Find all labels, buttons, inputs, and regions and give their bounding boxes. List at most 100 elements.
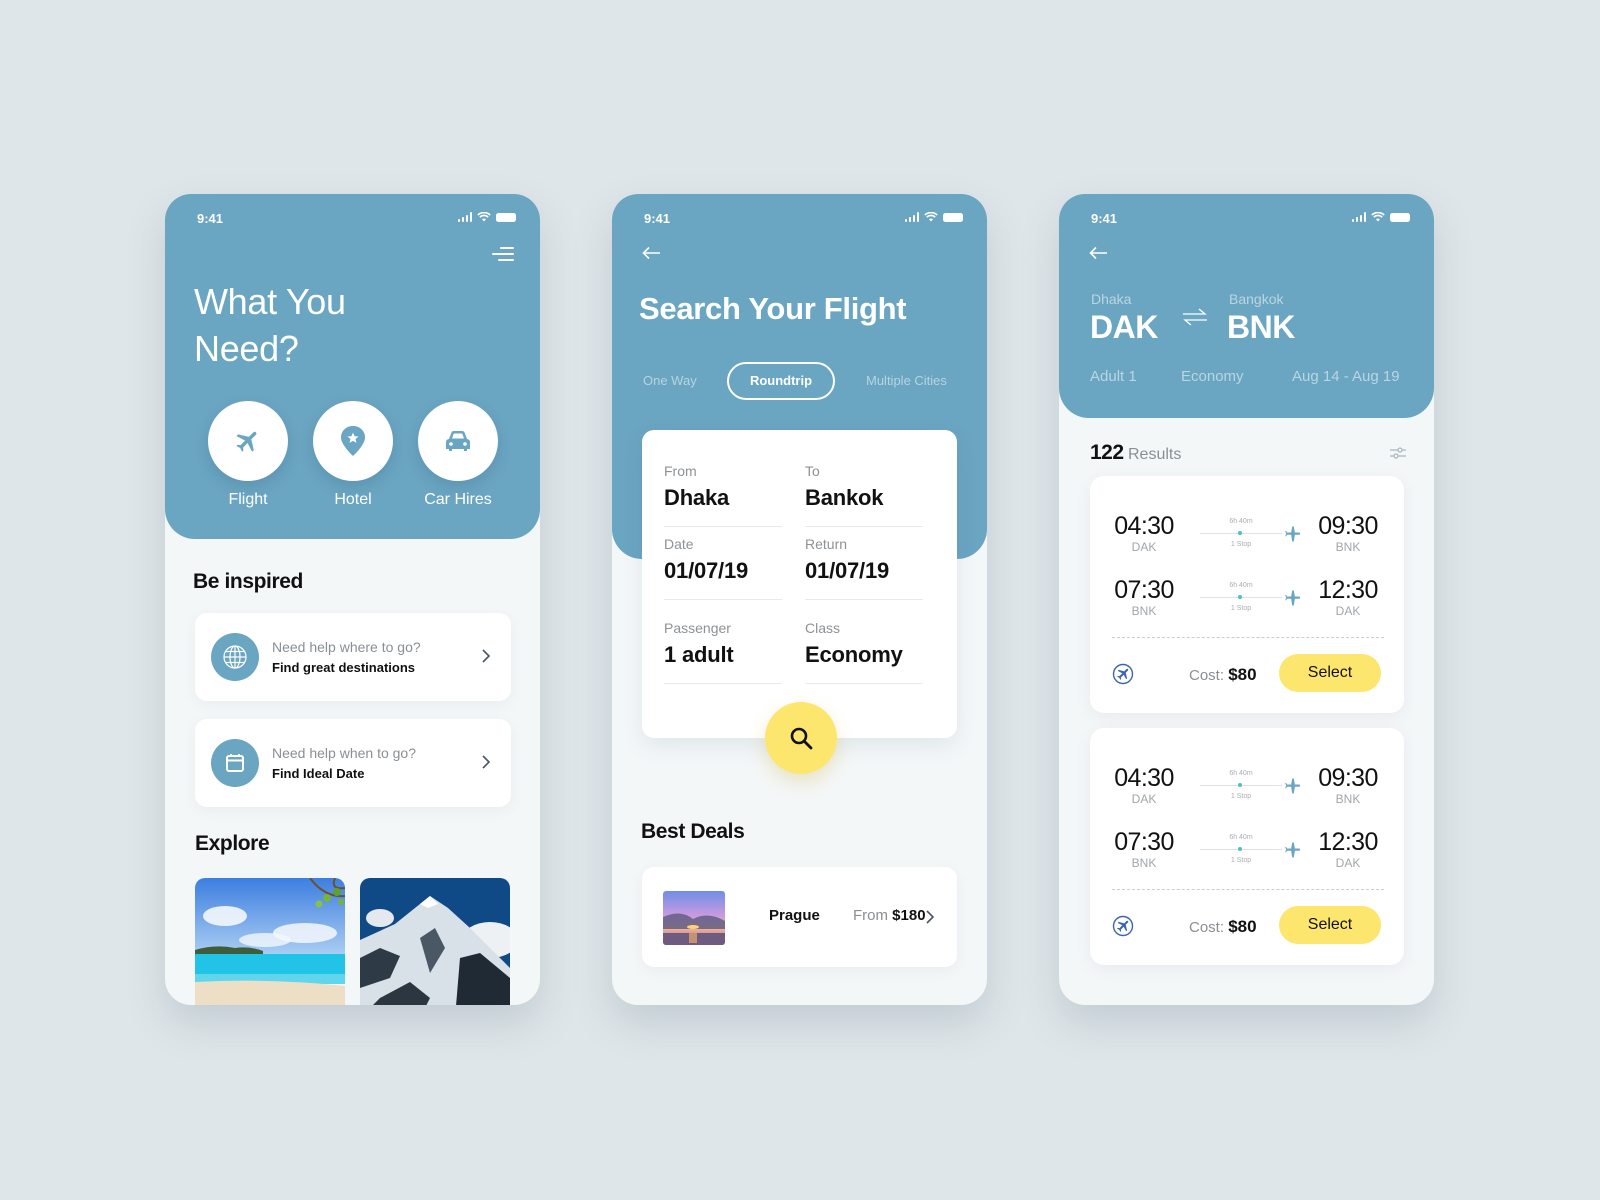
flight-cost: Cost: $80 [1189,665,1257,684]
battery-icon [1390,212,1410,222]
airplane-icon [236,431,257,452]
stops: 1 Stop [1230,605,1252,612]
divider [1112,637,1384,638]
globe-icon [223,645,247,669]
wifi-icon [1371,212,1385,222]
tab-multiple-cities[interactable]: Multiple Cities [866,362,947,400]
search-icon [790,727,813,750]
inspire-action: Find great destinations [272,660,416,675]
back-arrow-icon[interactable] [642,246,662,260]
arrival-code: BNK [1335,540,1361,554]
flight-leg-outbound: 04:30 DAK 6h 40m 1 Stop 09:30 BNK [1112,764,1384,814]
route-line: 6h 40m 1 Stop [1200,518,1301,548]
passenger-count: Adult 1 [1090,368,1137,385]
page-title: What You Need? [194,281,346,369]
back-arrow-icon[interactable] [1089,246,1109,260]
find-ideal-date-card[interactable]: Need help when to go? Find Ideal Date [195,719,511,807]
class-field[interactable]: Class Economy [805,620,923,684]
duration: 6h 40m [1229,834,1253,841]
departure-time: 07:30 [1114,828,1174,856]
arrival-code: BNK [1335,792,1361,806]
tab-roundtrip[interactable]: Roundtrip [727,362,835,400]
battery-icon [943,212,963,222]
chevron-right-icon [926,910,935,924]
category-hotel[interactable]: Hotel [313,401,393,509]
field-value: 01/07/19 [664,558,749,583]
find-destinations-card[interactable]: Need help where to go? Find great destin… [195,613,511,701]
flight-leg-outbound: 04:30 DAK 6h 40m 1 Stop 09:30 BNK [1112,512,1384,562]
category-label: Flight [228,491,268,508]
explore-mountain-image[interactable] [360,878,510,1005]
arrival-time: 12:30 [1318,576,1378,604]
category-car-hires[interactable]: Car Hires [418,401,498,509]
route-line: 6h 40m 1 Stop [1200,834,1301,864]
field-label: Return [805,536,848,552]
status-time: 9:41 [644,211,671,226]
field-label: From [664,463,697,479]
airplane-icon [1285,842,1301,858]
passenger-field[interactable]: Passenger 1 adult [664,620,782,684]
status-time: 9:41 [1091,211,1118,226]
home-header: 9:41 What You Need? Flight Hotel Car Hire… [165,194,540,539]
return-field[interactable]: Return 01/07/19 [805,536,923,600]
departure-time: 04:30 [1114,764,1174,792]
swap-icon[interactable] [1180,307,1210,327]
to-field[interactable]: To Bankok [805,463,923,527]
status-bar: 9:41 [1091,211,1410,227]
tab-one-way[interactable]: One Way [643,362,697,400]
page-title: Search Your Flight [639,291,907,326]
wifi-icon [477,212,491,222]
best-deals-heading: Best Deals [641,820,745,843]
map-pin-star-icon [341,426,365,456]
deal-card[interactable]: Prague From $180 [642,867,957,967]
inspire-question: Need help where to go? [272,639,421,655]
field-label: Date [664,536,694,552]
departure-time: 04:30 [1114,512,1174,540]
duration: 6h 40m [1229,770,1253,777]
stop-dot [1238,531,1242,535]
field-value: Dhaka [664,485,730,510]
be-inspired-heading: Be inspired [193,570,303,593]
flight-card[interactable]: 04:30 DAK 6h 40m 1 Stop 09:30 BNK 07:30 … [1090,728,1404,965]
menu-icon[interactable] [492,247,514,265]
arrival-time: 09:30 [1318,764,1378,792]
field-value: Bankok [805,485,884,510]
category-label: Hotel [334,491,372,508]
divider [1112,889,1384,890]
route-line: 6h 40m 1 Stop [1200,770,1301,800]
flight-search-form: From Dhaka To Bankok Date 01/07/19 Retur… [642,430,957,738]
flight-card[interactable]: 04:30 DAK 6h 40m 1 Stop 09:30 BNK 07:30 … [1090,476,1404,713]
deal-price: From $180 [853,907,926,924]
stop-dot [1238,847,1242,851]
explore-heading: Explore [195,832,270,855]
home-screen: 9:41 What You Need? Flight Hotel Car Hire… [165,194,540,1005]
select-flight-button[interactable]: Select [1279,654,1381,692]
wifi-icon [924,212,938,222]
filter-sliders-icon[interactable] [1389,446,1407,460]
from-field[interactable]: From Dhaka [664,463,782,527]
field-label: Passenger [664,620,731,636]
airline-logo-icon [1112,915,1134,937]
date-field[interactable]: Date 01/07/19 [664,536,782,600]
arrival-time: 09:30 [1318,512,1378,540]
flight-cost: Cost: $80 [1189,917,1257,936]
duration: 6h 40m [1229,582,1253,589]
destination-city: Bangkok [1229,291,1284,307]
flight-results-screen: 9:41 Dhaka DAK Bangkok BNK Adult 1 Econo… [1059,194,1434,1005]
flight-leg-return: 07:30 BNK 6h 40m 1 Stop 12:30 DAK [1112,828,1384,878]
search-flight-screen: 9:41 Search Your Flight One Way Roundtri… [612,194,987,1005]
field-value: 01/07/19 [805,558,890,583]
car-icon [446,431,470,451]
stops: 1 Stop [1230,541,1252,548]
explore-beach-image[interactable] [195,878,345,1005]
arrival-time: 12:30 [1318,828,1378,856]
arrival-code: DAK [1335,856,1361,870]
signal-icon [457,212,472,222]
airplane-icon [1285,590,1301,606]
airplane-icon [1285,526,1301,542]
search-button[interactable] [765,702,837,774]
category-flight[interactable]: Flight [208,401,288,509]
select-flight-button[interactable]: Select [1279,906,1381,944]
departure-time: 07:30 [1114,576,1174,604]
destination-code: BNK [1227,309,1295,345]
